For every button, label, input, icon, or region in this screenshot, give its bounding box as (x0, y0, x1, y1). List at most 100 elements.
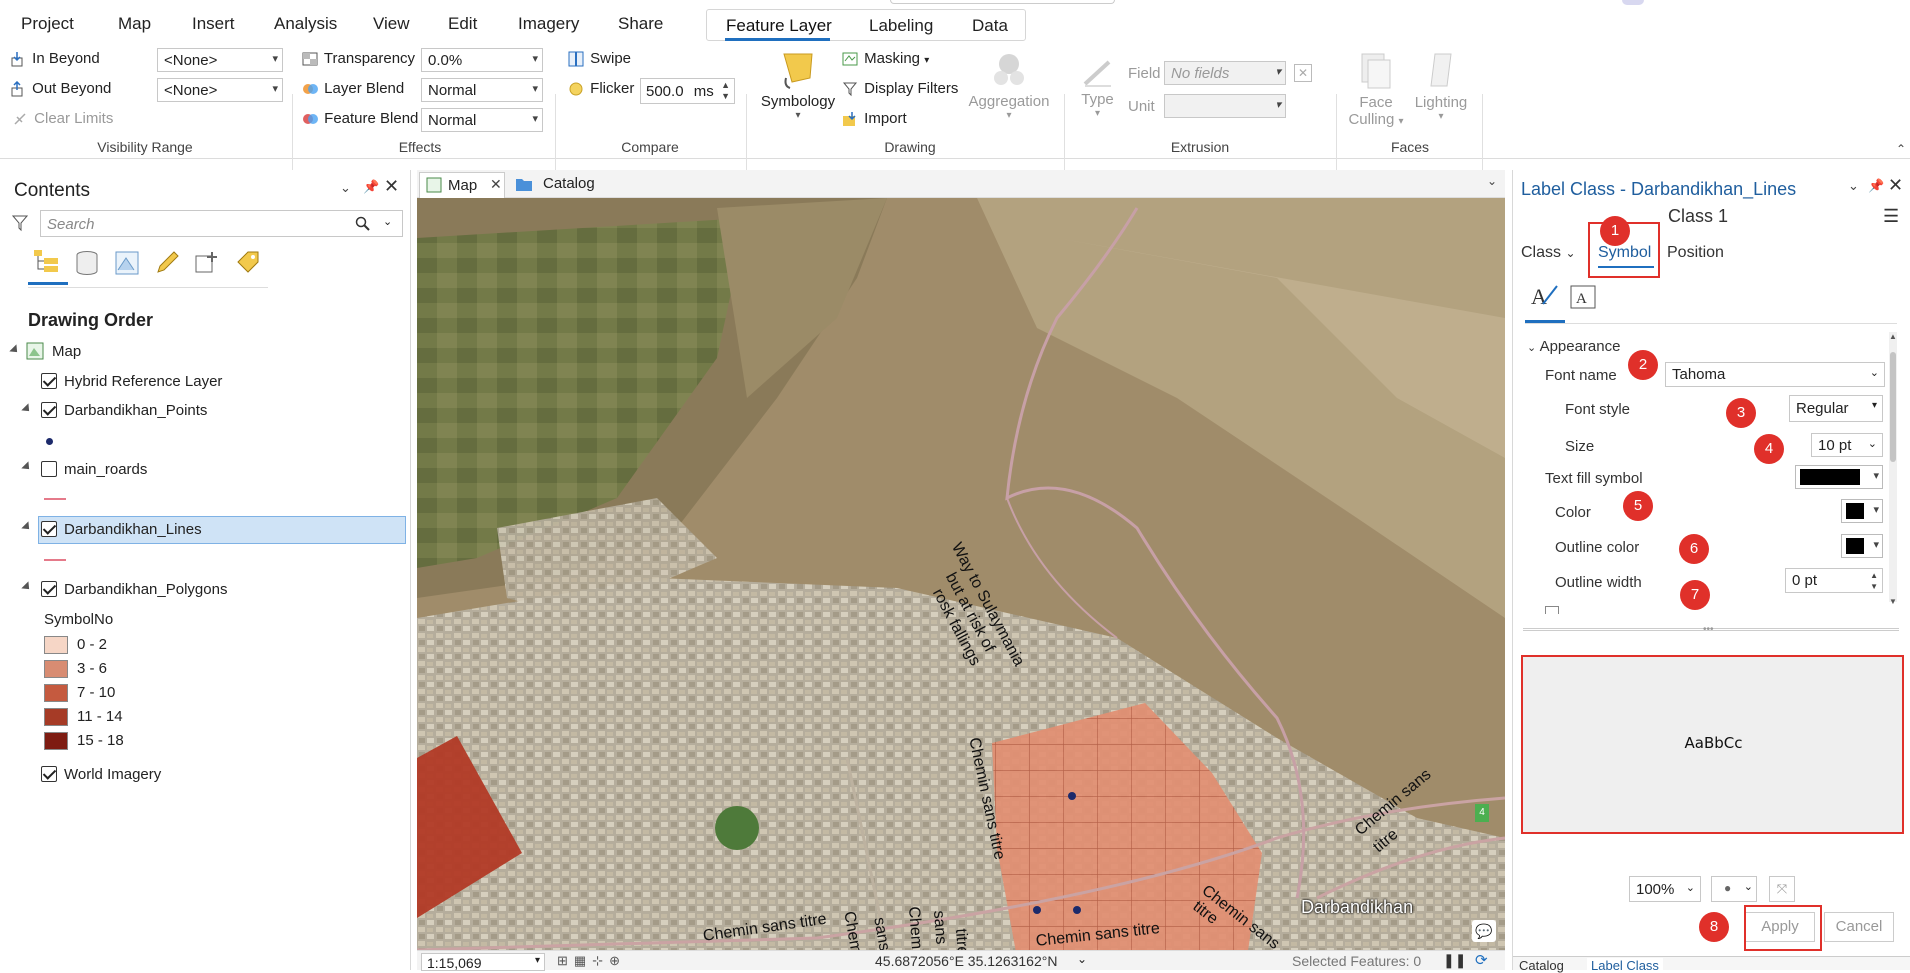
scale-select[interactable]: 1:15,069 ▾ (421, 953, 545, 971)
refresh-icon[interactable]: ⟳ (1475, 951, 1488, 969)
navigation-tools-icon[interactable]: ⊞▦⊹⊕ (557, 953, 626, 969)
flicker-button[interactable]: Flicker (568, 80, 634, 97)
in-beyond-select[interactable]: <None> (157, 48, 283, 72)
menu-view[interactable]: View (373, 14, 410, 34)
menu-analysis[interactable]: Analysis (274, 14, 337, 34)
points-visibility-checkbox[interactable] (41, 402, 57, 418)
notifications-icon[interactable]: 💬 (1472, 920, 1496, 942)
tree-darbandikhan-polygons[interactable]: Darbandikhan_Polygons (64, 581, 227, 598)
filter-icon[interactable] (12, 214, 28, 232)
outline-width-input[interactable]: 0 pt ▲ ▼ (1785, 568, 1883, 593)
menu-map[interactable]: Map (118, 14, 151, 34)
list-by-editing-icon[interactable] (154, 250, 180, 276)
list-by-source-icon[interactable] (74, 250, 100, 276)
size-select[interactable]: 10 pt ⌄ (1811, 433, 1883, 457)
display-filters-button[interactable]: Display Filters (842, 80, 958, 97)
font-style-select[interactable]: Regular ▾ (1789, 395, 1883, 422)
tab-data[interactable]: Data (972, 16, 1008, 36)
scroll-down-icon[interactable]: ▼ (1889, 597, 1897, 606)
expand-roads-icon[interactable] (21, 461, 33, 473)
list-by-drawing-order-icon[interactable] (32, 248, 62, 274)
pause-drawing-icon[interactable]: ❚❚ (1443, 952, 1466, 969)
tab-label-class-pane[interactable]: Label Class (1587, 958, 1663, 973)
clear-field-icon[interactable]: ✕ (1294, 64, 1312, 82)
polygons-visibility-checkbox[interactable] (41, 581, 57, 597)
flicker-stepper[interactable]: ▲ ▼ (721, 80, 730, 102)
scrollbar-thumb[interactable] (1890, 352, 1896, 462)
menu-imagery[interactable]: Imagery (518, 14, 579, 34)
cancel-button[interactable]: Cancel (1824, 912, 1894, 942)
scroll-up-icon[interactable]: ▲ (1889, 332, 1897, 341)
font-name-select[interactable]: Tahoma ⌄ (1665, 362, 1885, 387)
search-icon[interactable] (355, 216, 371, 232)
lines-visibility-checkbox[interactable] (41, 521, 57, 537)
tree-map[interactable]: Map (52, 343, 81, 360)
splitter-grip-icon[interactable]: ••• (1703, 624, 1714, 635)
pin-icon[interactable]: 📌 (363, 179, 379, 195)
out-beyond-select[interactable]: <None> (157, 78, 283, 102)
search-input[interactable]: Search ⌄ (40, 210, 403, 237)
tab-feature-layer[interactable]: Feature Layer (726, 16, 832, 36)
expand-map-icon[interactable] (9, 344, 21, 356)
pane-options-icon[interactable]: ⌄ (1848, 178, 1859, 194)
text-properties-icon[interactable]: A (1569, 284, 1597, 310)
flicker-interval-input[interactable]: 500.0 ms ▲ ▼ (640, 78, 735, 104)
tree-main-roards[interactable]: main_roards (64, 461, 147, 478)
close-icon[interactable]: ✕ (384, 176, 399, 197)
list-by-labeling-icon[interactable] (234, 250, 260, 276)
tree-darbandikhan-points[interactable]: Darbandikhan_Points (64, 402, 207, 419)
appearance-section[interactable]: ⌄ Appearance (1527, 338, 1620, 355)
search-options-icon[interactable]: ⌄ (383, 215, 392, 228)
menu-project[interactable]: Project (21, 14, 74, 34)
tab-labeling[interactable]: Labeling (869, 16, 933, 36)
list-by-selection-icon[interactable] (114, 250, 140, 276)
tab-catalog-pane[interactable]: Catalog (1519, 958, 1564, 973)
tab-class[interactable]: Class ⌄ (1521, 244, 1576, 262)
extrusion-type-button[interactable]: Type ▾ (1075, 58, 1120, 119)
expand-polygons-icon[interactable] (21, 581, 33, 593)
color-picker[interactable] (1841, 499, 1883, 523)
pane-options-icon[interactable]: ⌄ (340, 180, 351, 196)
list-by-snapping-icon[interactable] (194, 250, 220, 276)
menu-icon[interactable]: ☰ (1883, 206, 1899, 227)
tab-catalog[interactable]: Catalog (543, 175, 595, 192)
tab-map[interactable]: Map ✕ (419, 172, 505, 198)
collapse-ribbon-icon[interactable]: ⌃ (1896, 142, 1906, 156)
field-select[interactable]: No fields (1164, 61, 1286, 85)
text-fill-symbol-select[interactable] (1795, 465, 1883, 489)
map-canvas[interactable]: Way to Sulaymania but at risk of rosk fa… (417, 198, 1505, 950)
face-culling-button[interactable]: Face Culling ▾ (1346, 50, 1406, 130)
hybrid-visibility-checkbox[interactable] (41, 373, 57, 389)
tab-position[interactable]: Position (1667, 244, 1724, 262)
expand-points-icon[interactable] (21, 403, 33, 415)
roads-visibility-checkbox[interactable] (41, 461, 57, 477)
world-imagery-visibility-checkbox[interactable] (41, 766, 57, 782)
expand-lines-icon[interactable] (21, 521, 33, 533)
feature-blend-select[interactable]: Normal (421, 108, 543, 132)
masking-button[interactable]: Masking ▾ (842, 50, 929, 67)
layer-blend-select[interactable]: Normal (421, 78, 543, 102)
preview-background-select[interactable]: ● ⌄ (1711, 876, 1757, 902)
menu-insert[interactable]: Insert (192, 14, 235, 34)
outline-width-stepper[interactable]: ▲ ▼ (1870, 570, 1878, 592)
menu-share[interactable]: Share (618, 14, 663, 34)
lighting-button[interactable]: Lighting ▾ (1410, 50, 1472, 122)
symbology-button[interactable]: Symbology ▾ (758, 50, 838, 132)
pin-icon[interactable]: 📌 (1868, 178, 1884, 194)
text-symbol-icon[interactable]: A (1529, 282, 1559, 310)
in-beyond-button[interactable]: In Beyond (10, 50, 100, 67)
user-avatar[interactable] (1622, 0, 1644, 5)
swipe-button[interactable]: Swipe (568, 50, 631, 67)
unit-select[interactable] (1164, 94, 1286, 118)
transparency-input[interactable]: 0.0% (421, 48, 543, 72)
tab-list-icon[interactable]: ⌄ (1487, 174, 1497, 188)
tree-hybrid-reference-layer[interactable]: Hybrid Reference Layer (64, 373, 222, 390)
outline-color-picker[interactable] (1841, 534, 1883, 558)
tree-world-imagery[interactable]: World Imagery (64, 766, 161, 783)
tree-darbandikhan-lines[interactable]: Darbandikhan_Lines (64, 521, 202, 538)
out-beyond-button[interactable]: Out Beyond (10, 80, 111, 97)
aggregation-button[interactable]: Aggregation ▾ (964, 50, 1054, 121)
halo-checkbox-partial[interactable] (1545, 606, 1559, 614)
clear-limits-button[interactable]: Clear Limits (12, 110, 113, 127)
import-button[interactable]: Import (842, 110, 907, 127)
